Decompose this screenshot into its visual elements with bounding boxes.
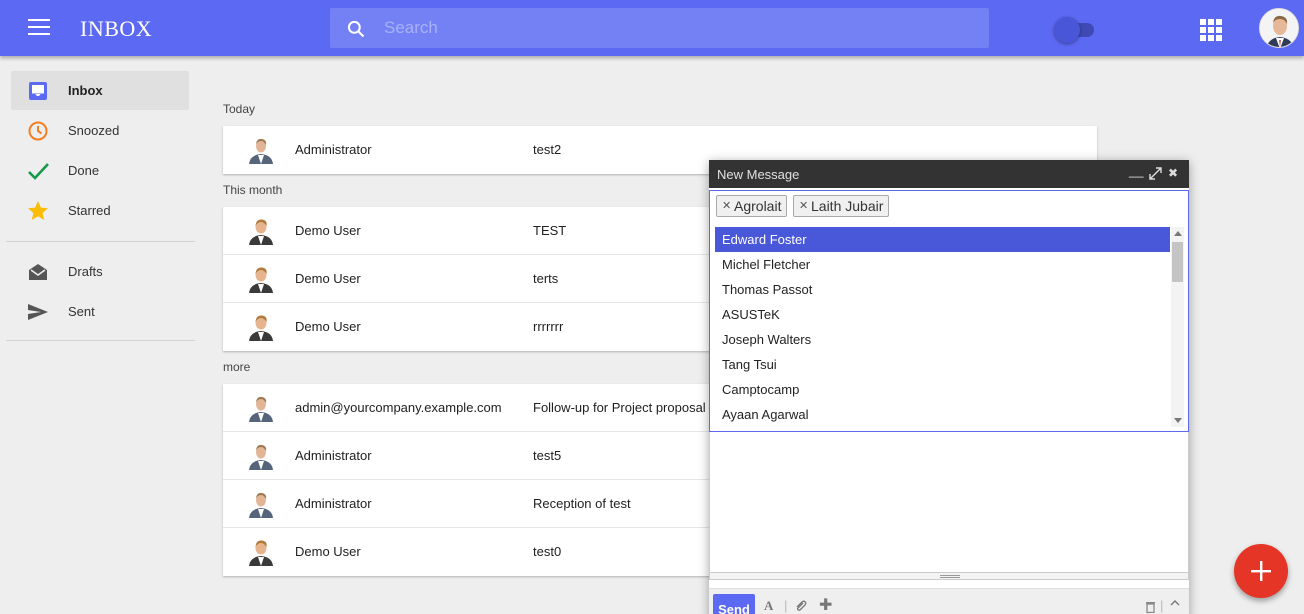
mail-subject: TEST (533, 223, 567, 238)
mail-subject: test5 (533, 448, 562, 463)
recipient-tag: ✕ Laith Jubair (793, 195, 890, 217)
sidebar-item-sent[interactable]: Sent (11, 292, 189, 331)
sidebar-item-starred[interactable]: Starred (11, 191, 189, 230)
group-label-this-month: This month (223, 183, 283, 197)
avatar (249, 219, 273, 245)
sidebar-item-snoozed[interactable]: Snoozed (11, 111, 189, 150)
group-label-today: Today (223, 102, 256, 116)
plus-icon (1251, 561, 1271, 581)
avatar (249, 396, 273, 422)
send-button[interactable]: Send (713, 594, 755, 614)
sidebar-divider (6, 340, 195, 341)
suggestion-item[interactable]: Edward Foster (715, 227, 1170, 252)
top-bar: INBOX (0, 0, 1304, 56)
toggle-switch[interactable] (1054, 17, 1096, 43)
mail-sender: Administrator (295, 496, 372, 511)
mail-sender: Administrator (295, 448, 372, 463)
avatar (249, 444, 273, 470)
search-icon (347, 20, 365, 38)
suggestion-item[interactable]: Camptocamp (715, 377, 1170, 402)
compose-title: New Message (717, 167, 800, 182)
close-button[interactable]: ✖ (1168, 166, 1178, 180)
app-title: INBOX (80, 16, 153, 41)
suggestion-item[interactable]: Thomas Passot (715, 277, 1170, 302)
scroll-thumb[interactable] (1172, 242, 1183, 282)
avatar (249, 138, 273, 164)
search-box[interactable] (330, 8, 989, 48)
mail-sender: Demo User (295, 223, 361, 238)
attach-icon[interactable] (794, 600, 807, 613)
sidebar-item-done[interactable]: Done (11, 151, 189, 190)
avatar (249, 492, 273, 518)
compose-fab-button[interactable] (1234, 544, 1288, 598)
sidebar-item-label: Snoozed (68, 123, 120, 138)
mail-sender: Demo User (295, 271, 361, 286)
recipient-tag-label: Agrolait (734, 198, 782, 214)
sidebar-item-label: Sent (68, 304, 95, 319)
chevron-up-icon[interactable] (1170, 599, 1180, 607)
mail-sender: Administrator (295, 142, 372, 157)
compose-window: New Message __ ✖ ✕ Agrolait ✕ Laith Juba… (709, 160, 1189, 614)
mail-subject: test0 (533, 544, 562, 559)
insert-icon[interactable]: ✚ (819, 595, 832, 614)
toolbar-separator: | (1160, 598, 1164, 613)
compose-footer: Send A | ✚ | (709, 588, 1189, 614)
recipient-tag-label: Laith Jubair (811, 198, 884, 214)
compose-header: New Message __ ✖ (709, 160, 1189, 188)
send-icon (28, 304, 48, 320)
drafts-icon (29, 264, 47, 280)
scroll-up-icon[interactable] (1174, 231, 1182, 236)
format-text-icon[interactable]: A (764, 598, 773, 614)
group-label-more: more (223, 360, 251, 374)
mail-sender: Demo User (295, 319, 361, 334)
suggestion-item[interactable]: ASUSTeK (715, 302, 1170, 327)
toolbar-separator: | (784, 598, 788, 613)
search-input[interactable] (384, 8, 974, 48)
avatar (249, 540, 273, 566)
sidebar-item-label: Done (68, 163, 100, 178)
expand-icon[interactable] (1149, 167, 1162, 180)
trash-icon[interactable] (1145, 600, 1156, 613)
mail-subject: Reception of test (533, 496, 631, 511)
resize-handle[interactable] (709, 572, 1189, 580)
mail-subject: terts (533, 271, 559, 286)
apps-grid-icon[interactable] (1200, 19, 1222, 41)
clock-icon (28, 121, 48, 141)
user-avatar[interactable] (1259, 8, 1299, 48)
suggestion-item[interactable]: Joseph Walters (715, 327, 1170, 352)
avatar (249, 267, 273, 293)
menu-icon[interactable] (28, 19, 50, 37)
remove-tag-icon[interactable]: ✕ (799, 199, 808, 212)
sidebar-item-label: Inbox (68, 83, 103, 98)
sidebar-item-label: Drafts (68, 264, 103, 279)
recipients-field[interactable]: ✕ Agrolait ✕ Laith Jubair (709, 190, 1189, 220)
inbox-icon (29, 82, 47, 100)
mail-sender: Demo User (295, 544, 361, 559)
minimize-button[interactable]: __ (1129, 163, 1143, 178)
mail-subject: Follow-up for Project proposal (533, 400, 706, 415)
message-body[interactable] (709, 432, 1189, 572)
sidebar-item-inbox[interactable]: Inbox (11, 71, 189, 110)
recipient-suggestions: Edward Foster Michel Fletcher Thomas Pas… (709, 220, 1189, 432)
sidebar-divider (6, 241, 195, 242)
suggestions-scrollbar[interactable] (1171, 227, 1184, 427)
suggestion-item[interactable]: Tang Tsui (715, 352, 1170, 377)
suggestion-item[interactable]: Michel Fletcher (715, 252, 1170, 277)
star-icon (28, 201, 48, 220)
remove-tag-icon[interactable]: ✕ (722, 199, 731, 212)
suggestion-item[interactable]: Ayaan Agarwal (715, 402, 1170, 427)
avatar (249, 315, 273, 341)
mail-subject: rrrrrrr (533, 319, 564, 334)
scroll-down-icon[interactable] (1174, 418, 1182, 423)
sidebar-item-drafts[interactable]: Drafts (11, 252, 189, 291)
mail-subject: test2 (533, 142, 562, 157)
check-icon (28, 163, 49, 180)
sidebar-item-label: Starred (68, 203, 111, 218)
mail-sender: admin@yourcompany.example.com (295, 400, 502, 415)
recipient-tag: ✕ Agrolait (716, 195, 788, 217)
